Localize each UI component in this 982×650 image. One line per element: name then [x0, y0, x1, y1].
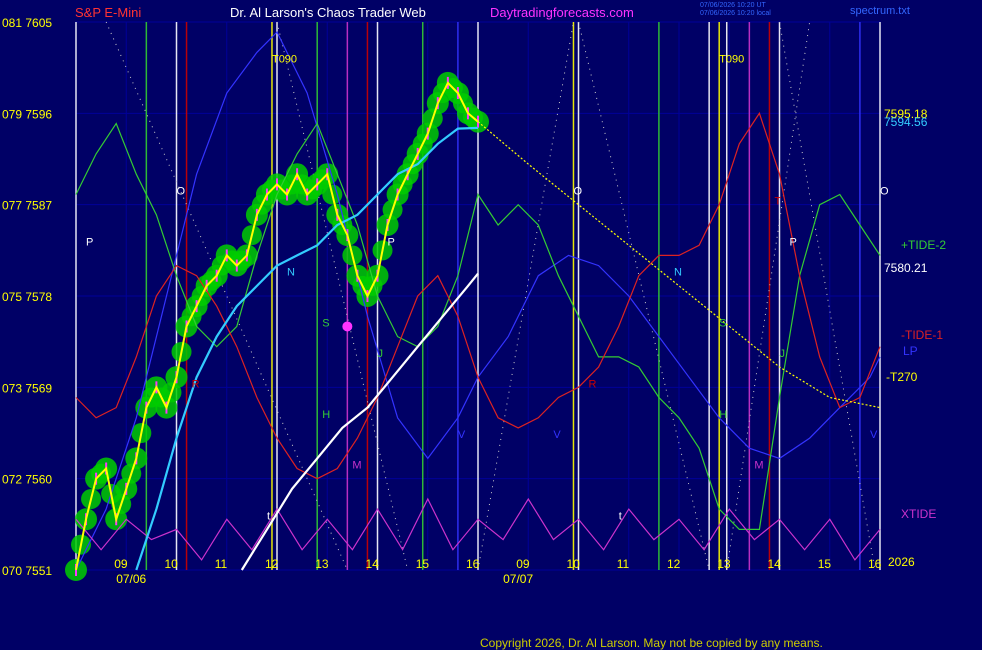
x-tick-label: 11 [617, 557, 630, 571]
cycle-annotation: V [870, 429, 878, 441]
cycle-annotation: H [719, 409, 727, 421]
spectrum-file: spectrum.txt [850, 5, 910, 17]
y-tick-label: 070 7551 [2, 564, 52, 578]
timestamp-ut: 07/06/2026 10:20 UT [700, 2, 766, 9]
x-tick-label: 11 [215, 557, 228, 571]
year-label: 2026 [888, 555, 915, 569]
x-tick-label: 16 [868, 557, 882, 571]
copyright: Copyright 2026, Dr. Al Larson. May not b… [480, 636, 823, 650]
x-tick-label: 14 [768, 557, 782, 571]
x-tick-label: 12 [265, 557, 279, 571]
cycle-annotation: O [880, 186, 889, 198]
cycle-annotation: P [86, 236, 93, 248]
y-tick-label: 072 7560 [2, 473, 52, 487]
cycle-annotation: t [267, 510, 270, 522]
cycle-annotation: M [754, 460, 763, 472]
cycle-annotation: R [192, 378, 200, 390]
y-tick-label: 077 7587 [2, 199, 52, 213]
cycle-annotation: T090 [719, 54, 744, 66]
y-tick-label: 075 7578 [2, 290, 52, 304]
symbol-title: S&P E-Mini [75, 5, 141, 20]
y-tick-label: 081 7605 [2, 16, 52, 30]
price-value-label: 7580.21 [884, 261, 928, 275]
chaos-chart: T090 T090 O O O P P P N N S S J J H H M M R R V V Vt t T 081 760… [2, 2, 946, 650]
cycle-annotation: P [790, 236, 797, 248]
cycle-annotation: S [322, 317, 329, 329]
cycle-annotation: O [177, 186, 186, 198]
legend-entry: +TIDE-2 [901, 238, 946, 252]
cycle-annotation: T090 [272, 54, 297, 66]
price-value-label: 7594.56 [884, 115, 928, 129]
right-labels: 7595.187594.567580.21+TIDE-2-TIDE-1LP-T2… [884, 107, 946, 521]
date-label: 07/07 [503, 572, 533, 586]
date-label: 07/06 [116, 572, 146, 586]
cycle-annotation: O [573, 186, 582, 198]
x-tick-label: 13 [315, 557, 329, 571]
cycle-annotation: P [388, 236, 395, 248]
cycle-annotation: N [674, 267, 682, 279]
x-tick-label: 09 [516, 557, 530, 571]
site-link[interactable]: Daytradingforecasts.com [490, 5, 634, 20]
x-tick-label: 13 [717, 557, 731, 571]
cycle-annotation: S [719, 317, 726, 329]
cycle-annotation: t [619, 510, 622, 522]
cycle-annotation: T [774, 196, 781, 208]
cycle-annotation: N [287, 267, 295, 279]
cycle-annotation: R [589, 378, 597, 390]
legend-entry: XTIDE [901, 507, 936, 521]
page-title: Dr. Al Larson's Chaos Trader Web [230, 5, 426, 20]
legend-entry: -TIDE-1 [901, 328, 943, 342]
y-tick-label: 079 7596 [2, 107, 52, 121]
cycle-annotation: J [780, 348, 786, 360]
x-tick-label: 10 [165, 557, 179, 571]
x-tick-label: 12 [667, 557, 681, 571]
x-tick-label: 15 [818, 557, 832, 571]
y-tick-label: 073 7569 [2, 381, 52, 395]
cycle-annotation: H [322, 409, 330, 421]
x-tick-label: 10 [567, 557, 581, 571]
cycle-annotation: V [458, 429, 466, 441]
x-tick-label: 15 [416, 557, 430, 571]
legend-entry: -T270 [886, 370, 918, 384]
y-axis: 081 7605 079 7596 077 7587 075 7578 073 7569… [2, 16, 52, 578]
cycle-annotation: M [352, 460, 361, 472]
x-tick-label: 14 [366, 557, 380, 571]
low-marker [342, 321, 353, 332]
x-tick-label: 09 [114, 557, 128, 571]
cycle-annotation: J [378, 348, 384, 360]
x-tick-label: 16 [466, 557, 480, 571]
cycle-annotation: V [553, 429, 561, 441]
timestamp-local: 07/06/2026 10:20 local [700, 10, 771, 17]
legend-entry: LP [903, 344, 918, 358]
